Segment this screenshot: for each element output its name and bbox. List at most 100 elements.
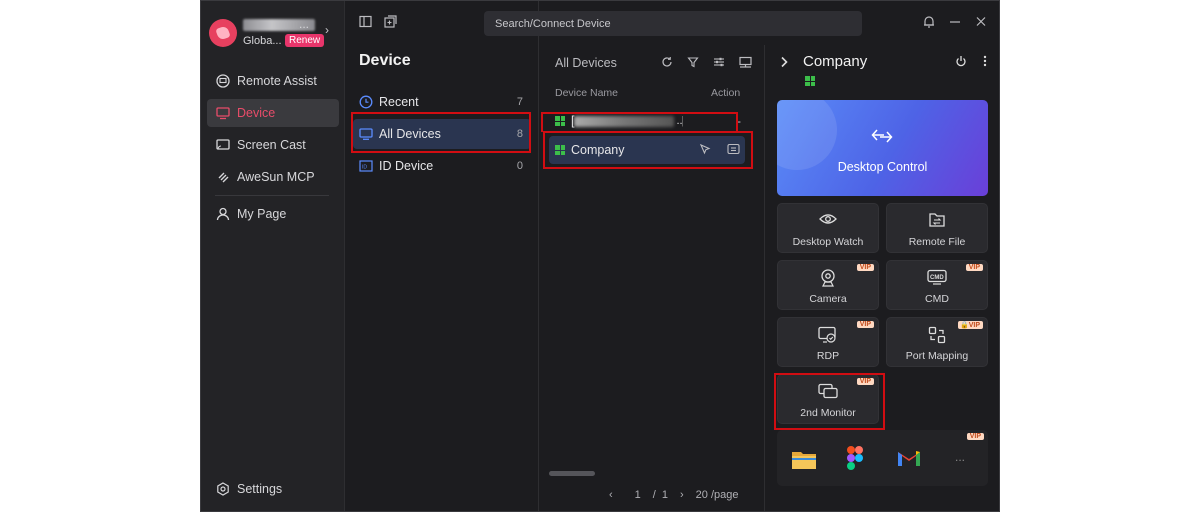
- column-header-device-name: Device Name: [555, 87, 619, 99]
- window-controls: [923, 15, 987, 31]
- mcp-icon: [215, 169, 231, 185]
- page-size-select[interactable]: 20 /page: [696, 489, 739, 501]
- rdp-button[interactable]: VIP RDP: [777, 317, 879, 367]
- table-row[interactable]: [ .. | -: [549, 107, 749, 135]
- filter-icon[interactable]: [687, 55, 699, 73]
- new-window-icon[interactable]: [384, 15, 397, 33]
- sidebar-item-remote-assist[interactable]: Remote Assist: [207, 67, 339, 95]
- svg-text:CMD: CMD: [930, 275, 944, 281]
- row-divider: |: [681, 115, 684, 127]
- search-input[interactable]: Search/Connect Device: [484, 11, 862, 36]
- close-icon[interactable]: [975, 15, 987, 31]
- category-recent[interactable]: Recent 7: [353, 87, 531, 117]
- sidebar-item-label: Remote Assist: [237, 74, 317, 88]
- tile-label: Desktop Watch: [792, 236, 864, 248]
- camera-button[interactable]: VIP Camera: [777, 260, 879, 310]
- prev-page-button[interactable]: ‹: [609, 489, 613, 501]
- table-row-selected[interactable]: Company: [549, 136, 745, 164]
- tile-label: Remote File: [908, 236, 966, 248]
- sliders-icon[interactable]: [713, 55, 725, 73]
- category-id-device[interactable]: ID ID Device 0: [353, 151, 531, 181]
- sidebar-item-label: Screen Cast: [237, 138, 306, 152]
- sidebar-item-label: AweSun MCP: [237, 170, 315, 184]
- row-action: -: [737, 114, 741, 128]
- sidebar-item-awesun-mcp[interactable]: AweSun MCP: [207, 163, 339, 191]
- device-name: Company: [571, 143, 625, 157]
- cmd-button[interactable]: VIP CMD CMD: [886, 260, 988, 310]
- sidebar-toggle-icon[interactable]: [359, 15, 372, 33]
- tile-label: 2nd Monitor: [800, 407, 856, 419]
- gmail-icon[interactable]: [897, 449, 921, 472]
- category-label: All Devices: [379, 127, 441, 141]
- desktop-control-label: Desktop Control: [837, 160, 928, 174]
- chevron-right-icon[interactable]: ›: [325, 23, 329, 37]
- category-all-devices[interactable]: All Devices 8: [353, 119, 531, 149]
- sidebar-item-label: Device: [237, 106, 276, 120]
- webcam-icon: [778, 269, 878, 287]
- eye-icon: [778, 212, 878, 226]
- rdp-icon: [778, 326, 878, 344]
- avatar[interactable]: [209, 19, 237, 47]
- app-window: ... Globa... Renew › Remote Assist Devic…: [200, 0, 1000, 512]
- sidebar-item-screen-cast[interactable]: Screen Cast: [207, 131, 339, 159]
- id-card-icon: ID: [359, 160, 373, 172]
- windows-icon: [555, 116, 565, 126]
- dual-monitor-icon: [778, 383, 878, 400]
- device-list-panel: All Devices Device Name Action [ .. | - …: [539, 45, 765, 511]
- monitor-icon: [359, 128, 373, 140]
- more-vertical-icon[interactable]: [983, 55, 987, 70]
- pagination: ‹ 1 / 1 › 20 /page: [609, 489, 738, 501]
- device-detail-panel: Company Desktop Control Desktop Watch Re…: [765, 45, 999, 511]
- desktop-watch-button[interactable]: Desktop Watch: [777, 203, 879, 253]
- refresh-icon[interactable]: [661, 55, 673, 73]
- bell-icon[interactable]: [923, 15, 935, 31]
- category-label: Recent: [379, 95, 419, 109]
- column-header-action: Action: [711, 87, 741, 99]
- device-name-blurred: [574, 115, 675, 127]
- sidebar-nav: ... Globa... Renew › Remote Assist Devic…: [201, 1, 345, 511]
- profile-card[interactable]: ... Globa... Renew ›: [209, 15, 339, 49]
- monitor-icon: [215, 105, 231, 121]
- desktop-control-button[interactable]: Desktop Control: [777, 100, 988, 196]
- more-apps-button[interactable]: ...: [955, 450, 965, 464]
- file-explorer-icon[interactable]: [791, 448, 817, 475]
- category-count: 7: [516, 96, 523, 108]
- power-icon[interactable]: [955, 55, 967, 70]
- device-category-panel: Device Recent 7 All Devices 8 ID ID Devi…: [345, 1, 539, 511]
- username-ellipsis: ...: [299, 17, 310, 31]
- minimize-icon[interactable]: [949, 15, 961, 31]
- remote-control-icon[interactable]: [699, 143, 711, 158]
- tile-label: Port Mapping: [905, 350, 969, 362]
- collapse-chevron-icon[interactable]: [779, 55, 789, 71]
- svg-text:ID: ID: [362, 165, 367, 171]
- app-shortcuts: VIP ...: [777, 430, 988, 486]
- divider: [215, 195, 329, 196]
- desktop-control-icon: [871, 128, 893, 149]
- second-monitor-button[interactable]: VIP 2nd Monitor: [777, 374, 879, 424]
- total-pages: 1: [661, 489, 668, 501]
- region-label: Globa...: [243, 35, 282, 47]
- figma-icon[interactable]: [847, 446, 863, 475]
- folder-transfer-icon: [887, 212, 987, 228]
- user-icon: [215, 206, 231, 222]
- category-count: 0: [516, 160, 523, 172]
- windows-icon: [555, 145, 565, 155]
- remote-assist-icon: [215, 73, 231, 89]
- remote-file-button[interactable]: Remote File: [886, 203, 988, 253]
- sidebar-item-my-page[interactable]: My Page: [207, 200, 339, 228]
- sidebar-item-settings[interactable]: Settings: [207, 475, 339, 503]
- renew-badge[interactable]: Renew: [285, 34, 325, 47]
- port-mapping-button[interactable]: 🔒VIP Port Mapping: [886, 317, 988, 367]
- list-toolbar: [661, 55, 752, 73]
- category-count: 8: [516, 128, 523, 140]
- page-separator: /: [652, 489, 656, 501]
- layout-icon[interactable]: [739, 55, 752, 73]
- horizontal-scrollbar[interactable]: [549, 471, 595, 476]
- next-page-button[interactable]: ›: [680, 489, 684, 501]
- gear-icon: [215, 481, 231, 497]
- sidebar-item-label: Settings: [237, 482, 283, 496]
- tile-label: RDP: [816, 350, 840, 362]
- sidebar-item-device[interactable]: Device: [207, 99, 339, 127]
- category-label: ID Device: [379, 159, 434, 173]
- file-transfer-icon[interactable]: [727, 143, 740, 158]
